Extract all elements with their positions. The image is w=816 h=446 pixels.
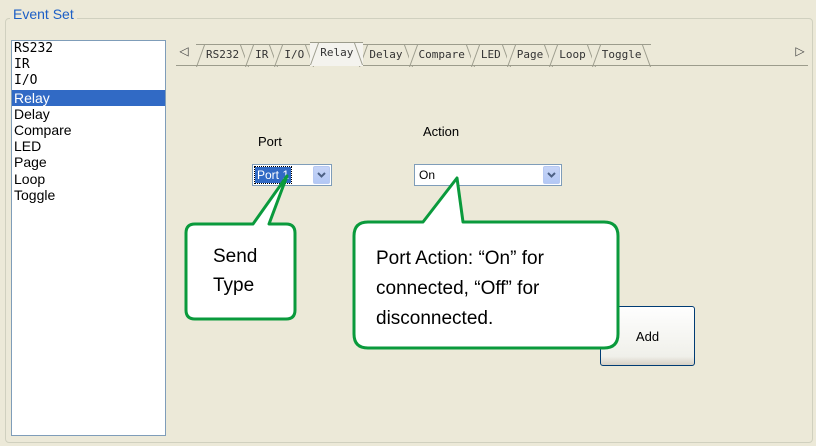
- port-action-callout-line3: disconnected.: [376, 308, 494, 329]
- port-action-callout-line1: Port Action: “On” for: [376, 248, 544, 269]
- callout-overlay: [184, 174, 620, 350]
- send-type-callout-line2: Type: [213, 275, 255, 296]
- tab-relay[interactable]: Relay: [310, 42, 364, 66]
- send-type-callout-line1: Send: [213, 246, 258, 267]
- port-action-callout-line2: connected, “Off” for: [376, 278, 540, 299]
